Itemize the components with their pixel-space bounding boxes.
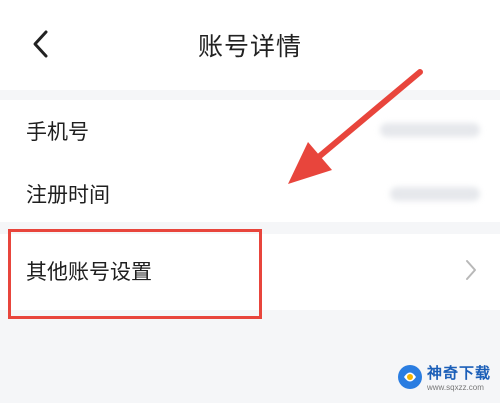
- register-time-value-blurred: [390, 187, 480, 201]
- section-divider: [0, 90, 500, 100]
- other-account-settings-row[interactable]: 其他账号设置: [0, 234, 500, 310]
- watermark-name: 神奇下载: [427, 364, 492, 382]
- account-info-section: 手机号 注册时间: [0, 100, 500, 222]
- back-button[interactable]: [22, 22, 62, 66]
- watermark: 神奇下载 www.sqxzz.com: [395, 360, 500, 400]
- page-title: 账号详情: [197, 32, 302, 61]
- watermark-url: www.sqxzz.com: [427, 383, 484, 392]
- watermark-logo-icon: [398, 365, 422, 389]
- other-account-settings-label: 其他账号设置: [26, 260, 152, 284]
- header: 账号详情: [0, 0, 500, 90]
- register-time-row: 注册时间: [0, 161, 500, 222]
- phone-label: 手机号: [26, 120, 89, 144]
- phone-value-blurred: [380, 123, 480, 137]
- register-time-label: 注册时间: [26, 183, 110, 207]
- chevron-right-icon: [466, 260, 476, 280]
- chevron-left-icon: [33, 30, 48, 58]
- section-divider: [0, 222, 500, 234]
- phone-row: 手机号: [0, 100, 500, 161]
